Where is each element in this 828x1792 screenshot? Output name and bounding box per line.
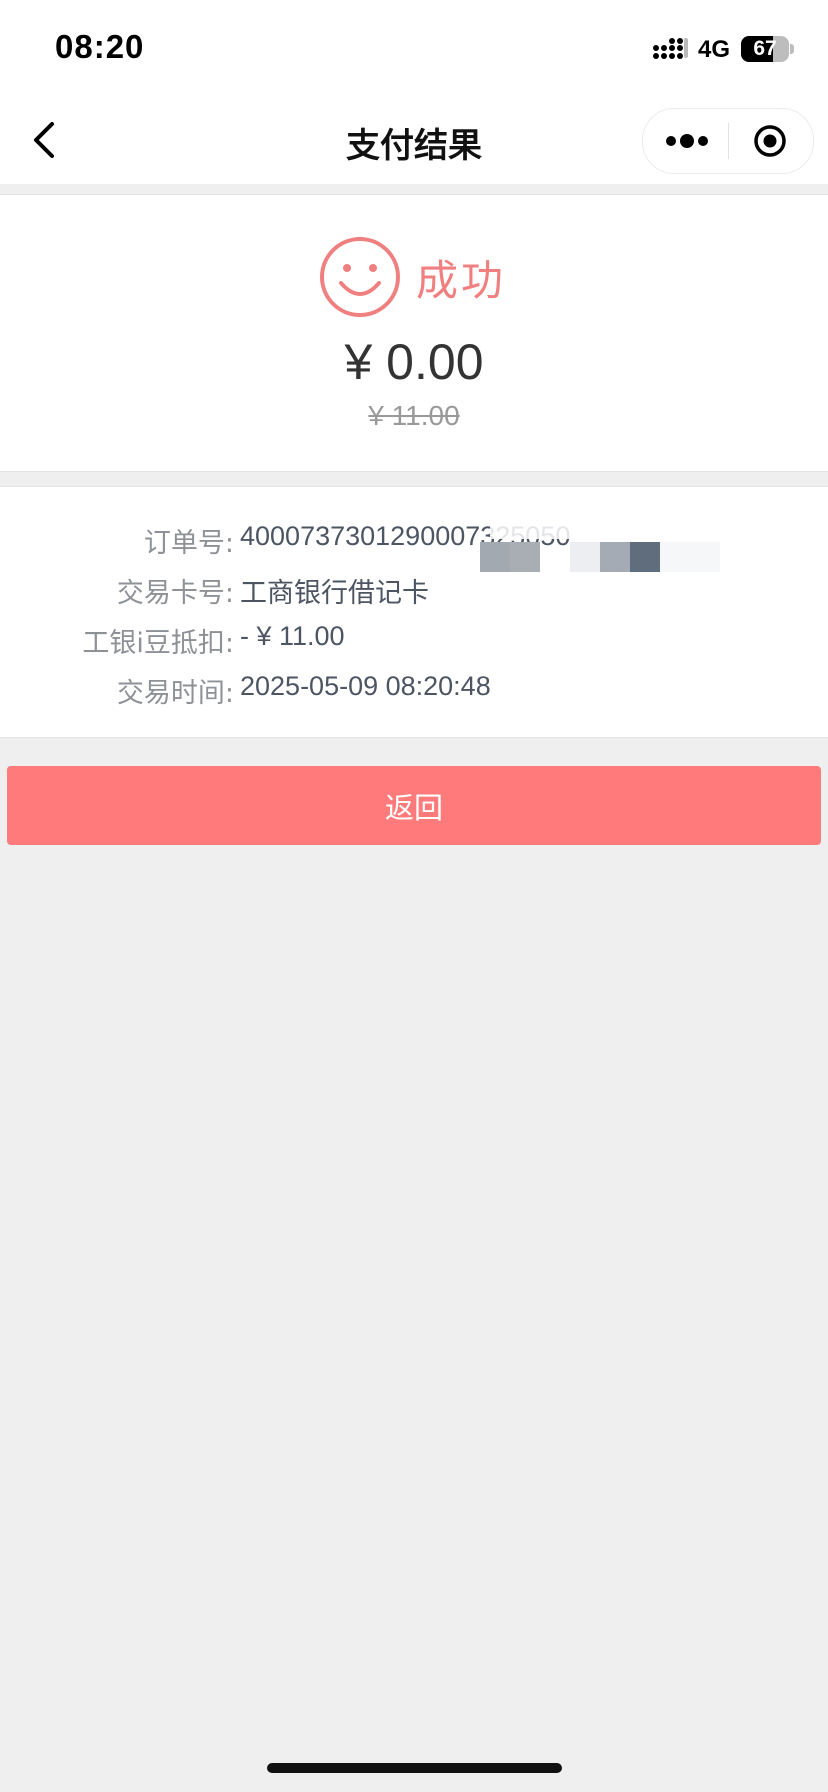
- return-button[interactable]: 返回: [7, 766, 821, 845]
- status-bar: 08:20 4G 67: [0, 0, 828, 96]
- home-indicator: [267, 1763, 562, 1773]
- mini-program-capsule: [642, 108, 814, 174]
- redaction-block: [510, 542, 540, 572]
- success-status: 成功: [416, 256, 507, 305]
- status-time: 08:20: [55, 28, 145, 65]
- battery-icon: 67: [741, 36, 789, 62]
- close-target-icon[interactable]: [753, 124, 787, 158]
- redaction-block: [630, 542, 660, 572]
- redaction-block: [570, 542, 600, 572]
- detail-label: 交易时间:: [116, 678, 234, 709]
- detail-label: 工银i豆抵扣:: [82, 628, 234, 659]
- original-amount: ¥ 11.00: [368, 400, 460, 431]
- transaction-time-value: 2025-05-09 08:20:48: [240, 671, 491, 701]
- detail-row-time: 交易时间: 2025-05-09 08:20:48: [0, 671, 828, 711]
- detail-row-deduction: 工银i豆抵扣: - ¥ 11.00: [0, 621, 828, 661]
- order-details-card: 订单号: 4000737301290007325050 交易卡号: 工商银行借记…: [0, 486, 828, 738]
- detail-label: 交易卡号:: [116, 578, 234, 609]
- capsule-divider: [728, 123, 729, 159]
- paid-amount: ¥ 0.00: [344, 334, 484, 390]
- network-type: 4G: [698, 36, 731, 63]
- redaction-block: [600, 542, 630, 572]
- deduction-value: - ¥ 11.00: [240, 621, 345, 651]
- redaction-block: [660, 542, 720, 572]
- more-dots-icon[interactable]: [665, 129, 709, 153]
- nav-bar: 支付结果: [0, 96, 828, 184]
- redaction-block: [490, 517, 710, 539]
- card-value: 工商银行借记卡: [240, 578, 429, 609]
- redaction-block: [480, 542, 510, 572]
- detail-row-card: 交易卡号: 工商银行借记卡: [0, 571, 828, 611]
- battery-nub: [790, 44, 794, 54]
- payment-result-card: 成功 ¥ 0.00 ¥ 11.00: [0, 194, 828, 472]
- signal-icon: [653, 38, 688, 59]
- battery-level: 67: [753, 37, 777, 60]
- detail-label: 订单号:: [143, 528, 234, 559]
- smile-icon: [320, 237, 400, 317]
